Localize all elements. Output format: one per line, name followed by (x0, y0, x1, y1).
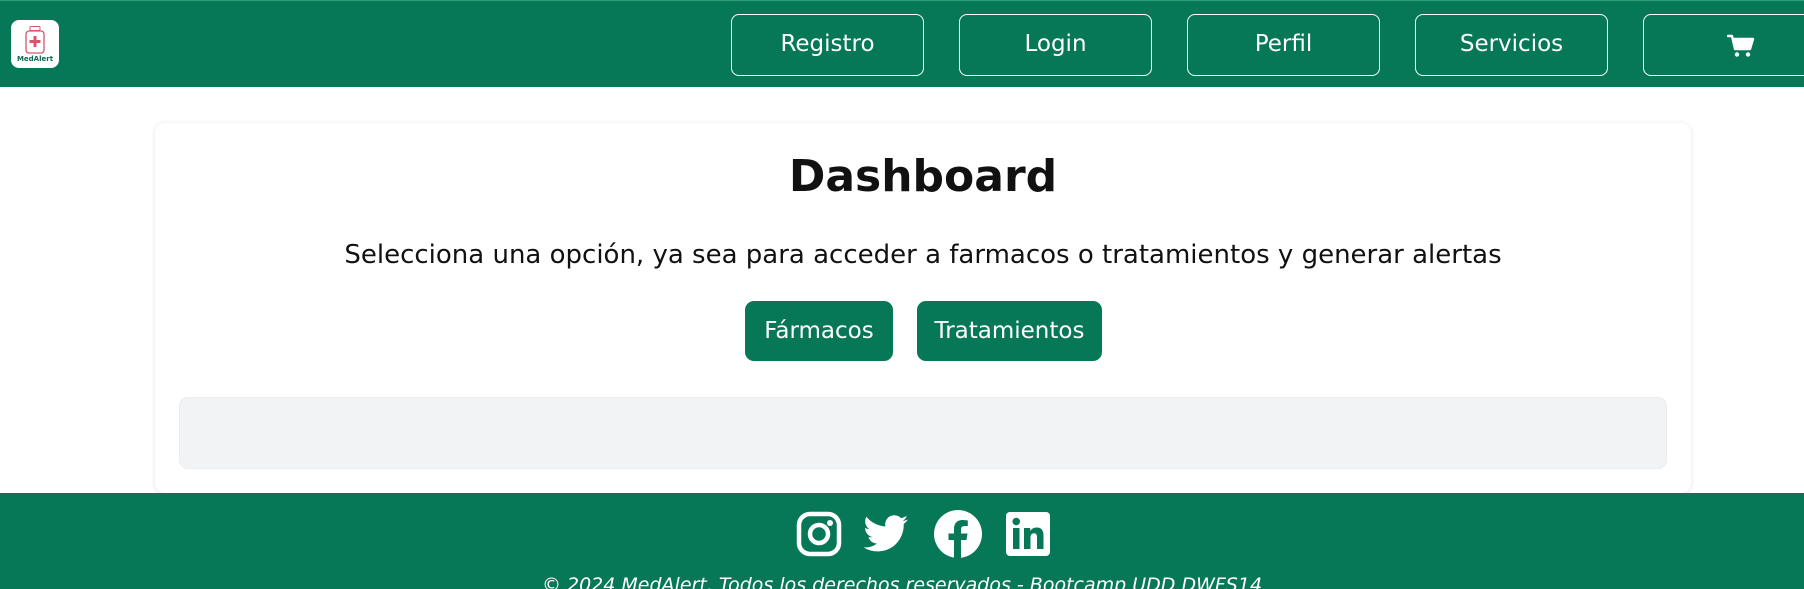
farmacos-button[interactable]: Fármacos (745, 301, 893, 361)
footer: © 2024 MedAlert. Todos los derechos rese… (0, 493, 1804, 589)
content-panel (179, 397, 1667, 469)
twitter-icon[interactable] (862, 510, 910, 558)
cart-button[interactable] (1643, 14, 1804, 76)
nav-servicios-button[interactable]: Servicios (1415, 14, 1608, 76)
logo-text: MedAlert (16, 55, 54, 63)
instagram-icon[interactable] (795, 510, 843, 558)
nav-registro-button[interactable]: Registro (731, 14, 924, 76)
copyright-text: © 2024 MedAlert. Todos los derechos rese… (541, 574, 1263, 589)
facebook-icon[interactable] (934, 510, 982, 558)
logo[interactable]: MedAlert (11, 20, 59, 68)
tratamientos-button[interactable]: Tratamientos (917, 301, 1102, 361)
cart-icon (1727, 34, 1755, 57)
top-navbar: MedAlert Registro Login Perfil Servicios (0, 0, 1804, 87)
dashboard-instructions: Selecciona una opción, ya sea para acced… (344, 240, 1502, 270)
nav-login-button[interactable]: Login (959, 14, 1152, 76)
nav-perfil-button[interactable]: Perfil (1187, 14, 1380, 76)
medicine-bottle-icon (25, 26, 45, 54)
page-title: Dashboard (788, 151, 1058, 202)
dashboard-card: Dashboard Selecciona una opción, ya sea … (155, 123, 1691, 493)
linkedin-icon[interactable] (1004, 510, 1052, 558)
